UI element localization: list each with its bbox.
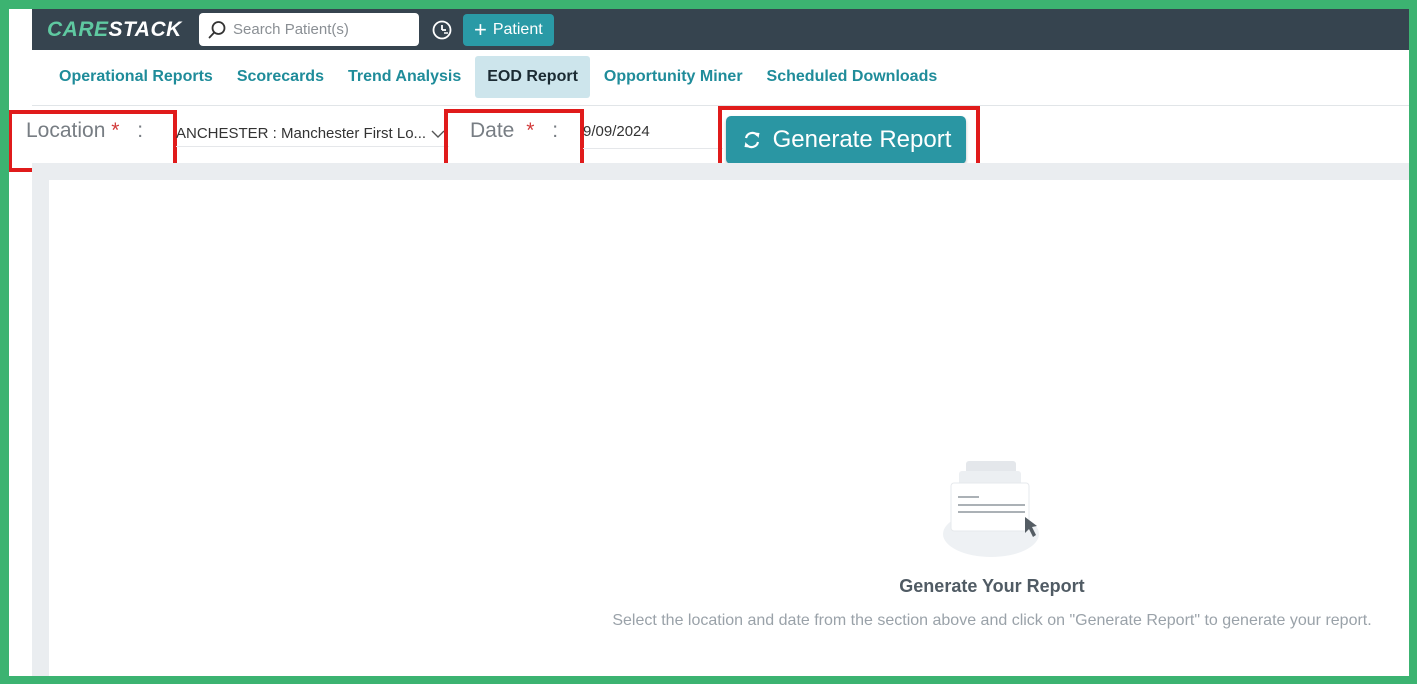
empty-state-description: Select the location and date from the se… [612, 612, 1372, 629]
logo-text-stack: STACK [108, 17, 182, 41]
patient-search[interactable] [199, 13, 419, 46]
report-tabs: Operational Reports Scorecards Trend Ana… [47, 56, 949, 98]
tab-opportunity-miner[interactable]: Opportunity Miner [592, 56, 755, 98]
empty-state-title: Generate Your Report [899, 576, 1085, 596]
search-input[interactable] [233, 21, 413, 38]
logo-text-care: CARE [47, 17, 109, 41]
plus-icon: + [474, 16, 487, 42]
recent-history-button[interactable] [431, 19, 453, 41]
app-window: CARESTACK + Patient Operational Reports … [9, 9, 1409, 676]
history-clock-icon [432, 20, 452, 39]
tab-trend-analysis[interactable]: Trend Analysis [336, 56, 473, 98]
date-value: 9/09/2024 [583, 123, 650, 140]
tab-scorecards[interactable]: Scorecards [225, 56, 336, 98]
add-patient-button[interactable]: + Patient [463, 13, 554, 46]
carestack-logo[interactable]: CARESTACK [47, 18, 187, 42]
search-icon [208, 20, 226, 38]
location-select[interactable]: ANCHESTER : Manchester First Lo... [176, 121, 449, 147]
tab-scheduled-downloads[interactable]: Scheduled Downloads [755, 56, 950, 98]
location-selected-value: ANCHESTER : Manchester First Lo... [176, 125, 426, 142]
add-patient-label: Patient [492, 20, 543, 38]
date-input[interactable]: 9/09/2024 [583, 123, 723, 149]
report-card [49, 180, 1409, 676]
tab-eod-report[interactable]: EOD Report [475, 56, 590, 98]
report-document-icon [941, 459, 1051, 564]
tab-operational-reports[interactable]: Operational Reports [47, 56, 225, 98]
top-bar: CARESTACK + Patient [32, 9, 1409, 50]
filter-row: Location * : ANCHESTER : Manchester Firs… [9, 105, 1409, 185]
